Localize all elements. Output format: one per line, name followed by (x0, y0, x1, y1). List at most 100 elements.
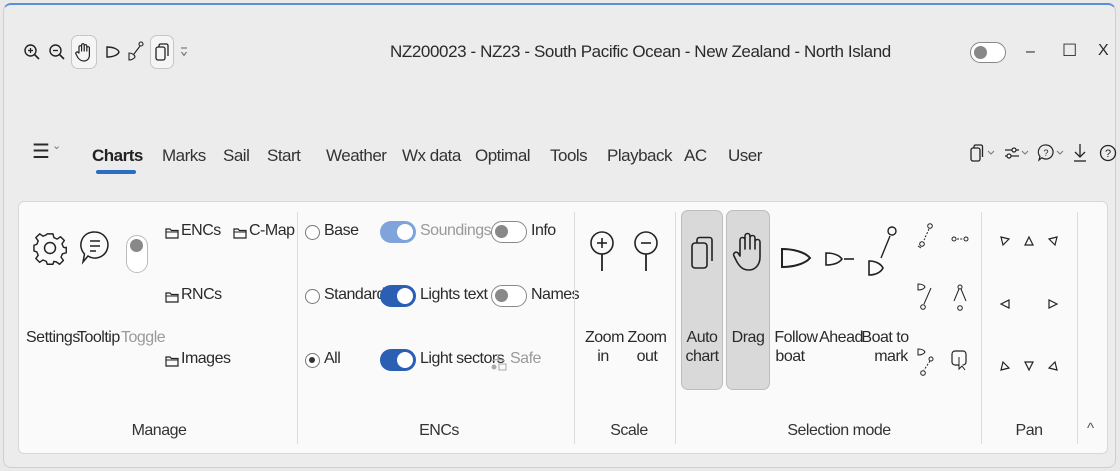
zoom-in-large-icon[interactable] (587, 229, 621, 273)
all-radio[interactable] (305, 353, 320, 368)
tab-charts[interactable]: Charts (92, 146, 143, 166)
names-label[interactable]: Names (531, 286, 580, 304)
download-icon[interactable] (1072, 143, 1088, 163)
standard-label[interactable]: Standard (324, 286, 385, 304)
info-toggle[interactable] (491, 221, 527, 243)
soundings-label[interactable]: Soundings (420, 222, 492, 240)
base-label[interactable]: Base (324, 222, 359, 240)
zoom-out-icon[interactable] (48, 43, 66, 61)
pan-up-left-icon[interactable] (999, 235, 1011, 247)
follow-boat-large-icon[interactable] (779, 246, 813, 270)
rncs-button-label[interactable]: RNCs (181, 286, 222, 304)
auto-chart-icon (155, 43, 169, 61)
drag-hand-icon (732, 231, 766, 273)
settings-label[interactable]: Settings (26, 329, 80, 347)
images-folder-icon[interactable] (165, 355, 179, 367)
hand-quick-button[interactable] (71, 35, 97, 69)
lights-text-label[interactable]: Lights text (420, 286, 488, 304)
encs-button-label[interactable]: ENCs (181, 222, 221, 240)
help-icon[interactable]: ? (1099, 143, 1117, 163)
select-area-icon[interactable] (951, 349, 969, 371)
boat-to-mark-label-2[interactable]: mark (871, 348, 911, 366)
menu-icon[interactable]: ☰ (32, 141, 50, 164)
tab-user[interactable]: User (728, 146, 762, 166)
auto-chart-quick-button[interactable] (150, 35, 174, 69)
tooltip-icon[interactable] (79, 229, 111, 267)
cmap-button-label[interactable]: C-Map (249, 222, 295, 240)
manage-group-label: Manage (131, 422, 187, 439)
tab-marks[interactable]: Marks (162, 146, 206, 166)
images-button-label[interactable]: Images (181, 350, 231, 368)
auto-chart-button[interactable]: Auto chart (681, 210, 723, 390)
standard-radio[interactable] (305, 289, 320, 304)
group-divider (574, 212, 575, 444)
zoom-out-label[interactable]: Zoom (627, 329, 667, 347)
rncs-folder-icon[interactable] (165, 291, 179, 303)
follow-boat-label-2[interactable]: boat (773, 348, 807, 366)
pan-down-icon[interactable] (1023, 360, 1035, 372)
info-label[interactable]: Info (531, 222, 556, 240)
tab-ac[interactable]: AC (684, 146, 707, 166)
drag-button[interactable]: Drag (726, 210, 770, 390)
help-bubble-icon[interactable]: ? (1037, 143, 1065, 163)
auto-chart-large-icon (690, 236, 714, 270)
maximize-button[interactable]: ☐ (1062, 41, 1077, 61)
mark-line-icon[interactable] (951, 234, 969, 244)
zoom-in-icon[interactable] (23, 43, 41, 61)
ahead-label[interactable]: Ahead (819, 329, 863, 347)
zoom-in-label-2[interactable]: in (585, 348, 621, 366)
ahead-icon[interactable] (824, 250, 856, 268)
window-icon[interactable] (970, 144, 996, 162)
group-divider (297, 212, 298, 444)
follow-boat-icon[interactable] (105, 45, 121, 59)
settings-sliders-icon[interactable] (1004, 144, 1030, 162)
boat-to-mark-icon[interactable] (128, 41, 144, 61)
customize-icon[interactable] (180, 46, 188, 58)
pan-down-right-icon[interactable] (1047, 360, 1059, 372)
tooltip-label[interactable]: Tooltip (77, 329, 120, 347)
menu-chevron-icon[interactable]: ⌄ (52, 140, 61, 153)
pan-up-right-icon[interactable] (1047, 235, 1059, 247)
line-to-mark-icon[interactable] (917, 282, 935, 312)
tab-weather[interactable]: Weather (326, 146, 387, 166)
lights-text-toggle[interactable] (380, 285, 416, 307)
base-radio[interactable] (305, 225, 320, 240)
names-toggle[interactable] (491, 285, 527, 307)
close-button[interactable]: X (1098, 42, 1109, 60)
split-mark-icon[interactable] (951, 284, 969, 312)
pan-up-icon[interactable] (1023, 235, 1035, 247)
pan-right-icon[interactable] (1047, 298, 1059, 310)
theme-toggle[interactable] (970, 42, 1006, 63)
collapse-ribbon-button[interactable]: ^ (1087, 420, 1094, 437)
soundings-toggle[interactable] (380, 221, 416, 243)
tab-playback[interactable]: Playback (607, 146, 672, 166)
boat-line-mark-icon[interactable] (917, 347, 935, 377)
zoom-out-large-icon[interactable] (631, 229, 665, 273)
encs-group-label: ENCs (419, 422, 459, 439)
tab-optimal[interactable]: Optimal (475, 146, 531, 166)
light-sectors-toggle[interactable] (380, 349, 416, 371)
charts-ribbon: Settings Tooltip Toggle ENCs C-Map RNCs … (18, 201, 1108, 454)
settings-gear-icon[interactable] (33, 231, 67, 265)
selection-mode-group-label: Selection mode (787, 422, 891, 439)
cmap-folder-icon[interactable] (233, 227, 247, 239)
follow-boat-label[interactable]: Follow (773, 329, 819, 347)
zoom-in-label[interactable]: Zoom (585, 329, 624, 347)
boat-to-mark-large-icon[interactable] (867, 224, 899, 282)
pan-left-icon[interactable] (999, 298, 1011, 310)
drag-label: Drag (731, 329, 765, 346)
toggle-label: Toggle (121, 329, 166, 346)
pan-down-left-icon[interactable] (999, 360, 1011, 372)
mark-to-mark-icon[interactable] (917, 222, 935, 252)
tab-start[interactable]: Start (267, 146, 301, 166)
zoom-out-label-2[interactable]: out (627, 348, 667, 366)
encs-folder-icon[interactable] (165, 227, 179, 239)
tab-sail[interactable]: Sail (223, 146, 250, 166)
minimize-button[interactable]: – (1026, 43, 1035, 61)
boat-to-mark-label[interactable]: Boat to (859, 329, 911, 347)
tab-wx-data[interactable]: Wx data (402, 146, 461, 166)
tab-tools[interactable]: Tools (550, 146, 588, 166)
all-label[interactable]: All (324, 350, 341, 368)
svg-text:?: ? (1105, 148, 1111, 160)
group-divider (1077, 212, 1078, 444)
